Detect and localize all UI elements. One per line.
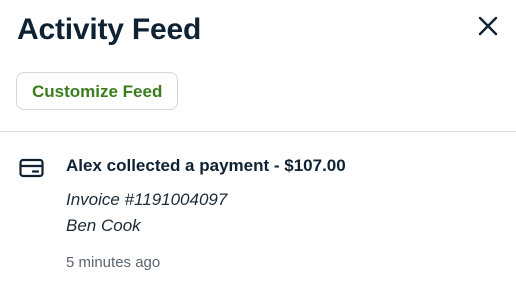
feed-header: Activity Feed [17, 11, 516, 51]
invoice-number: Invoice #1191004097 [66, 190, 228, 209]
close-icon [478, 16, 498, 36]
divider [0, 131, 516, 132]
customer-name: Ben Cook [66, 216, 141, 235]
page-title: Activity Feed [17, 13, 202, 46]
customize-feed-button[interactable]: Customize Feed [16, 72, 179, 110]
activity-timestamp: 5 minutes ago [66, 254, 161, 271]
close-button[interactable] [476, 14, 500, 38]
activity-item[interactable]: Alex collected a payment - $107.00 Invoi… [0, 145, 516, 285]
credit-card-icon [19, 158, 45, 178]
activity-details: Invoice #1191004097 Ben Cook [66, 187, 506, 239]
activity-title: Alex collected a payment - $107.00 [66, 156, 346, 175]
activity-content: Alex collected a payment - $107.00 Invoi… [66, 155, 506, 273]
